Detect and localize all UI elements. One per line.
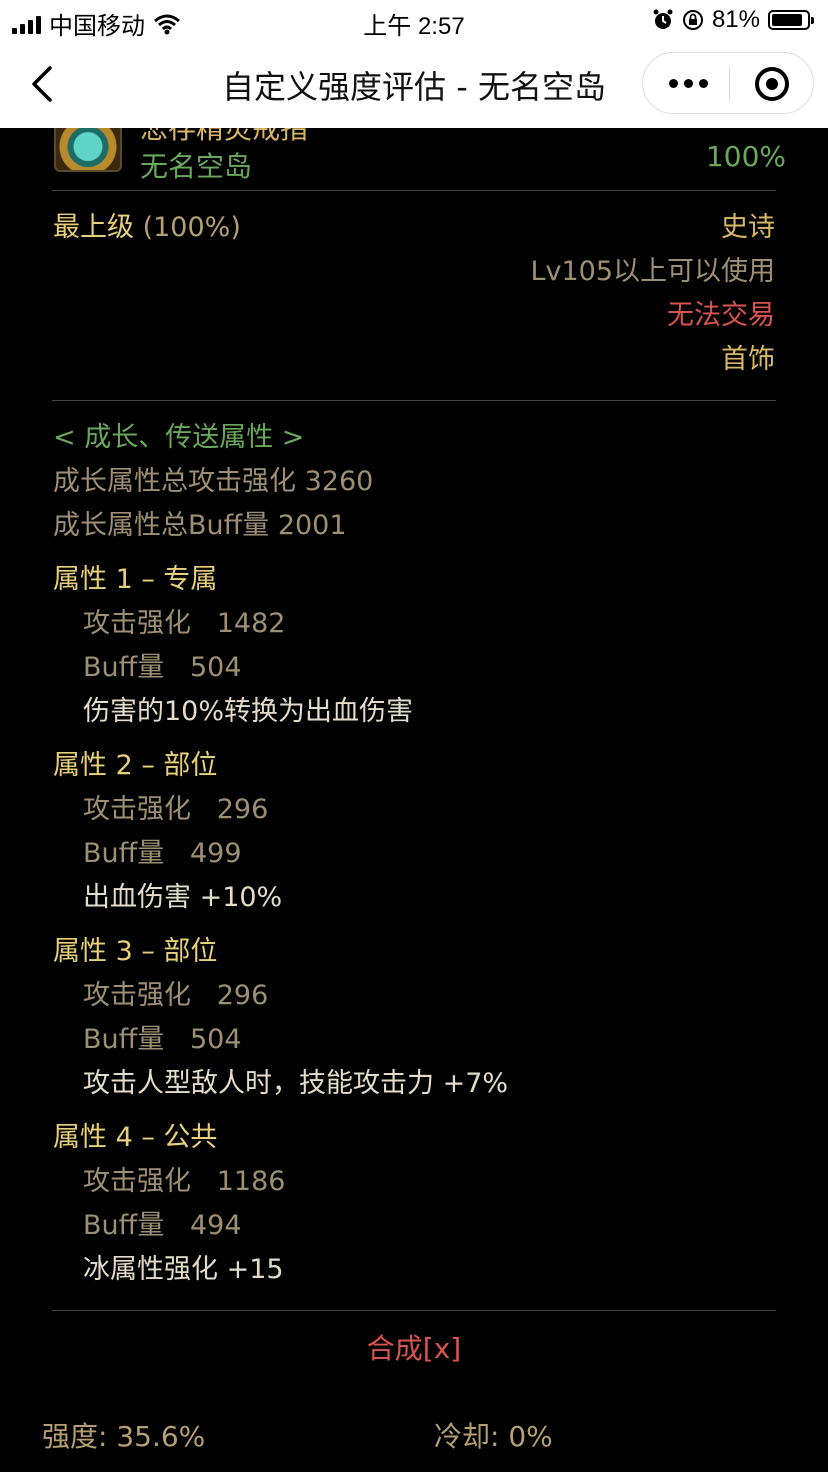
more-icon[interactable] — [669, 79, 708, 88]
attribute-effect: 冰属性强化 +15 — [83, 1254, 284, 1285]
growth-total-buff: 成长属性总Buff量 2001 — [53, 510, 347, 541]
attribute-buff: Buff量 504 — [83, 1024, 242, 1055]
attribute-effect: 攻击人型敌人时，技能攻击力 +7% — [83, 1068, 509, 1099]
attribute-buff: Buff量 494 — [83, 1210, 242, 1241]
divider — [52, 400, 776, 401]
status-bar: 中国移动 上午 2:57 81% — [0, 0, 828, 40]
alarm-icon — [653, 9, 673, 29]
nav-bar: 自定义强度评估 - 无名空岛 — [0, 40, 828, 128]
growth-total-attack: 成长属性总攻击强化 3260 — [53, 466, 374, 497]
ring-item-icon — [54, 128, 122, 172]
attribute-attack: 攻击强化 296 — [83, 980, 269, 1011]
item-detail: 悲存精灵戒指 无名空岛 100% 最上级 (100%) 史诗 Lv105以上可以… — [0, 128, 828, 1472]
rotation-lock-icon — [682, 10, 703, 30]
attribute-attack: 攻击强化 1186 — [83, 1166, 286, 1197]
attribute-title: 属性 2 – 部位 — [53, 750, 218, 781]
level-requirement: Lv105以上可以使用 — [530, 256, 775, 287]
attribute-buff: Buff量 499 — [83, 838, 242, 869]
attribute-buff: Buff量 504 — [83, 652, 242, 683]
tier-row: 最上级 (100%) — [53, 212, 241, 244]
slot-label: 首饰 — [721, 344, 775, 375]
item-name: 悲存精灵戒指 — [140, 128, 309, 145]
item-source: 无名空岛 — [140, 150, 253, 183]
close-miniprogram-icon[interactable] — [755, 67, 789, 101]
attribute-title: 属性 1 – 专属 — [53, 564, 218, 595]
attribute-attack: 攻击强化 1482 — [83, 608, 286, 639]
rarity-label: 史诗 — [721, 212, 775, 243]
tier-label: 最上级 — [53, 212, 134, 243]
item-percent: 100% — [705, 140, 786, 173]
attribute-effect: 伤害的10%转换为出血伤害 — [83, 696, 414, 727]
status-right: 81% — [652, 6, 814, 34]
growth-header: < 成长、传送属性 > — [53, 422, 305, 453]
strength-readout: 强度: 35.6% — [42, 1420, 206, 1453]
divider — [52, 190, 776, 191]
attribute-title: 属性 4 – 公共 — [53, 1122, 218, 1153]
battery-percent: 81% — [711, 6, 760, 33]
trade-status: 无法交易 — [667, 300, 775, 331]
synthesis-button[interactable]: 合成[x] — [0, 1332, 828, 1366]
cooldown-readout: 冷却: 0% — [434, 1420, 553, 1453]
attribute-title: 属性 3 – 部位 — [53, 936, 218, 967]
attribute-effect: 出血伤害 +10% — [83, 882, 283, 913]
attribute-attack: 攻击强化 296 — [83, 794, 269, 825]
tier-percent: (100%) — [142, 212, 241, 243]
battery-icon — [768, 10, 814, 30]
miniprogram-capsule — [642, 52, 814, 114]
divider — [52, 1310, 776, 1311]
